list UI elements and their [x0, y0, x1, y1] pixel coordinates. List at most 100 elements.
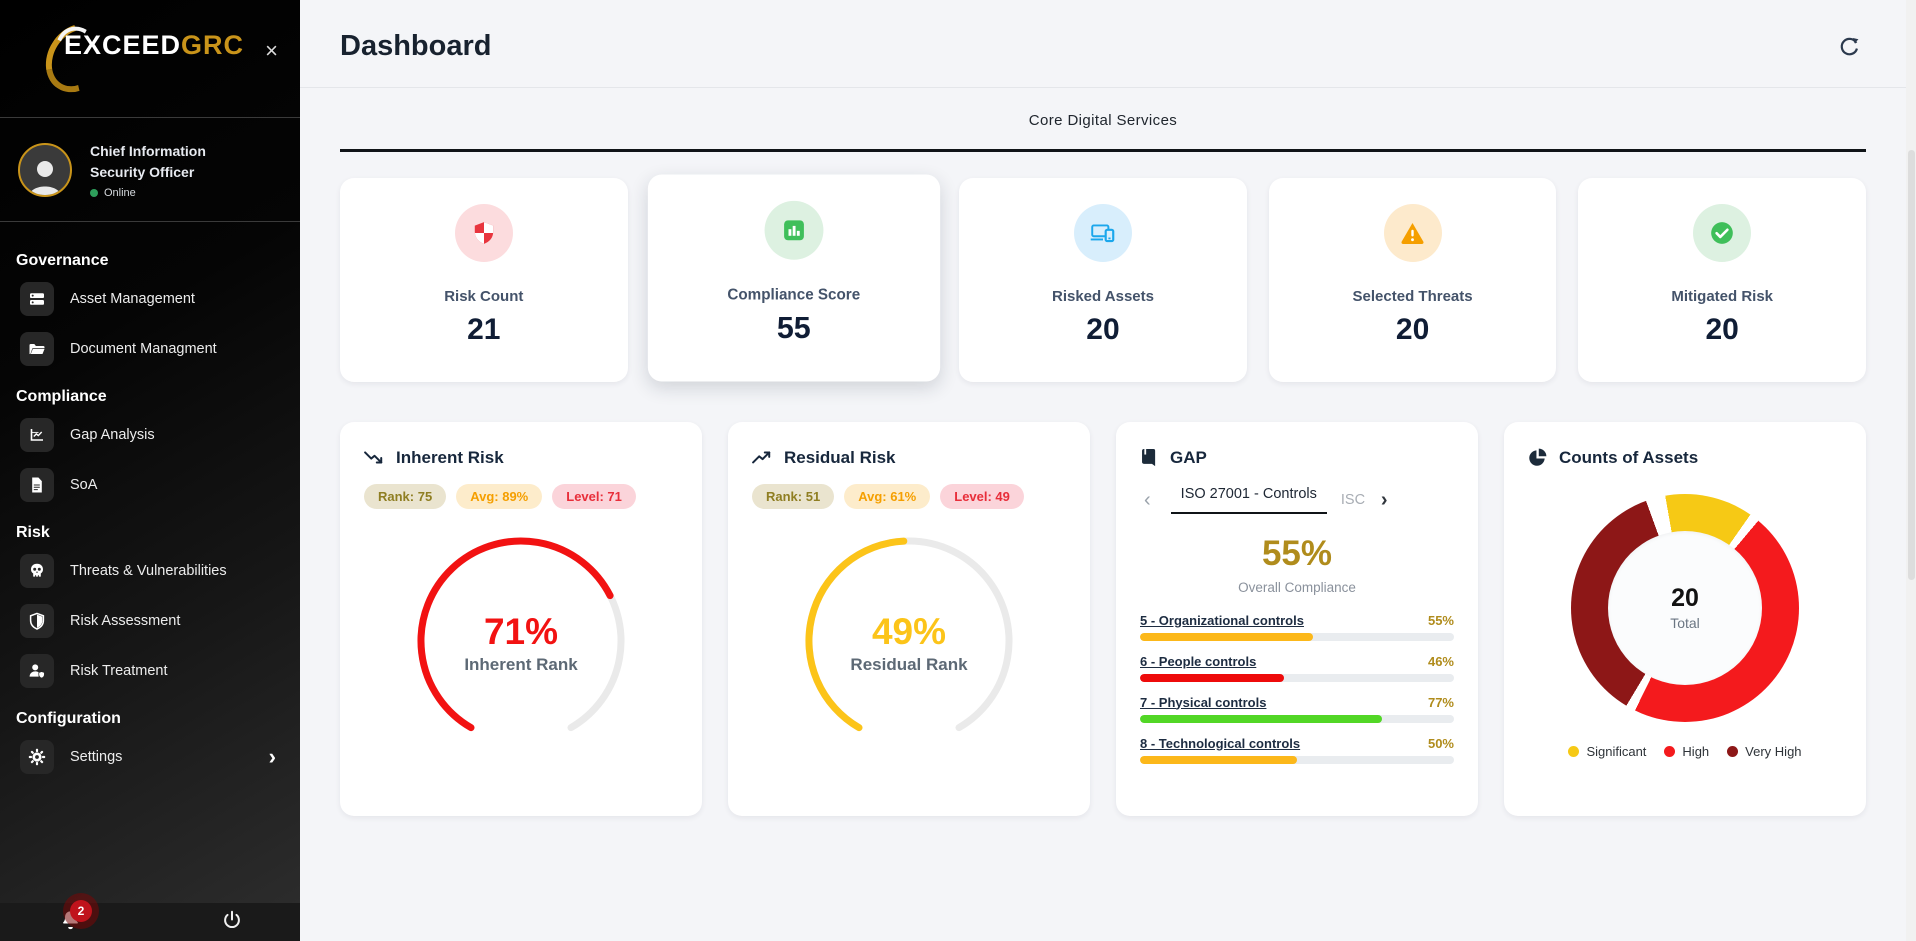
level-badge: Level: 71 [552, 484, 636, 509]
stat-label: Mitigated Risk [1671, 288, 1773, 305]
main-content: Dashboard Core Digital Services Risk Cou… [300, 0, 1916, 941]
tab-core-digital-services[interactable]: Core Digital Services [340, 112, 1866, 149]
shield-icon [20, 604, 54, 638]
sidebar-item-label: Risk Treatment [70, 663, 168, 679]
control-label: 8 - Technological controls [1140, 736, 1300, 751]
donut-total-label: Total [1670, 615, 1700, 631]
sidebar-item-label: Document Managment [70, 341, 217, 357]
widgets-row: Inherent Risk Rank: 75 Avg: 89% Level: 7… [300, 422, 1916, 816]
rank-badge: Rank: 75 [364, 484, 446, 509]
control-percent: 77% [1428, 695, 1454, 710]
gap-control-bars: 5 - Organizational controls 55% 6 - Peop… [1140, 613, 1454, 764]
page-header: Dashboard [300, 0, 1916, 88]
progress-fill [1140, 756, 1297, 764]
stat-label: Risked Assets [1052, 288, 1154, 305]
shield-icon [455, 204, 513, 262]
level-badge: Level: 49 [940, 484, 1024, 509]
stat-card-risk-count: Risk Count 21 [340, 178, 628, 382]
stat-card-selected-threats: Selected Threats 20 [1269, 178, 1557, 382]
gauge-sublabel: Inherent Rank [390, 655, 652, 675]
gap-tab-iso27001[interactable]: ISO 27001 - Controls [1171, 486, 1327, 514]
power-button[interactable] [222, 910, 242, 935]
assets-donut-chart: 20 Total [1571, 494, 1799, 722]
profile-name: Chief Information Security Officer [90, 141, 260, 183]
close-sidebar-icon[interactable]: × [265, 40, 278, 62]
devices-icon [1074, 204, 1132, 262]
stat-card-risked-assets: Risked Assets 20 [959, 178, 1247, 382]
sidebar-item-risk-assessment[interactable]: Risk Assessment [16, 598, 280, 644]
sidebar-item-document-management[interactable]: Document Managment [16, 326, 280, 372]
progress-track [1140, 715, 1454, 723]
stat-label: Risk Count [444, 288, 523, 305]
notifications-button[interactable]: 2 [60, 909, 81, 936]
gap-framework-tabs: ‹ ISO 27001 - Controls ISC › [1140, 486, 1454, 514]
legend-label: Significant [1586, 744, 1646, 759]
progress-fill [1140, 715, 1382, 723]
gauge-sublabel: Residual Rank [778, 655, 1040, 675]
control-bar-row: 7 - Physical controls 77% [1140, 695, 1454, 723]
legend-item-significant: Significant [1568, 744, 1646, 759]
legend-dot [1664, 746, 1675, 757]
sidebar-item-settings[interactable]: Settings › [16, 734, 280, 780]
sidebar-item-gap-analysis[interactable]: Gap Analysis [16, 412, 280, 458]
control-label: 5 - Organizational controls [1140, 613, 1304, 628]
avg-badge: Avg: 61% [844, 484, 930, 509]
control-bar-row: 8 - Technological controls 50% [1140, 736, 1454, 764]
chevron-right-icon[interactable]: › [1377, 490, 1392, 510]
donut-legend: Significant High Very High [1528, 744, 1842, 759]
widget-title: GAP [1170, 448, 1207, 468]
gear-icon [20, 740, 54, 774]
control-bar-row: 5 - Organizational controls 55% [1140, 613, 1454, 641]
legend-label: High [1682, 744, 1709, 759]
server-icon [20, 282, 54, 316]
legend-dot [1568, 746, 1579, 757]
inherent-gauge: 71% Inherent Rank [390, 523, 652, 756]
legend-item-high: High [1664, 744, 1709, 759]
sidebar-item-soa[interactable]: SoA [16, 462, 280, 508]
bar-chart-icon [764, 200, 823, 259]
control-label: 7 - Physical controls [1140, 695, 1266, 710]
folder-icon [20, 332, 54, 366]
progress-fill [1140, 674, 1284, 682]
gap-tab-next-partial[interactable]: ISC [1341, 492, 1375, 508]
section-configuration: Configuration [16, 710, 280, 728]
trending-up-icon [752, 449, 772, 467]
control-percent: 55% [1428, 613, 1454, 628]
warning-icon [1384, 204, 1442, 262]
control-percent: 50% [1428, 736, 1454, 751]
page-title: Dashboard [340, 30, 491, 63]
gap-card: GAP ‹ ISO 27001 - Controls ISC › 55% Ove… [1116, 422, 1478, 816]
donut-total-value: 20 [1671, 584, 1699, 613]
chevron-right-icon[interactable]: › [269, 746, 276, 768]
skull-icon [20, 554, 54, 588]
scrollbar-thumb[interactable] [1908, 150, 1915, 580]
progress-track [1140, 633, 1454, 641]
counts-of-assets-card: Counts of Assets 20 Total Significant Hi… [1504, 422, 1866, 816]
sidebar-item-label: Risk Assessment [70, 613, 180, 629]
scrollbar[interactable] [1906, 0, 1916, 941]
sidebar-item-label: Threats & Vulnerabilities [70, 563, 227, 579]
stat-card-mitigated-risk: Mitigated Risk 20 [1578, 178, 1866, 382]
logo-primary: EXCEED [64, 30, 181, 60]
sidebar-item-label: SoA [70, 477, 97, 493]
avg-badge: Avg: 89% [456, 484, 542, 509]
progress-track [1140, 674, 1454, 682]
sidebar-item-threats-vulnerabilities[interactable]: Threats & Vulnerabilities [16, 548, 280, 594]
sidebar-item-label: Asset Management [70, 291, 195, 307]
stat-value: 20 [1086, 313, 1119, 347]
stat-label: Selected Threats [1353, 288, 1473, 305]
logo-text: EXCEEDGRC [64, 30, 244, 61]
online-status-icon [90, 189, 98, 197]
profile-section: Chief Information Security Officer Onlin… [0, 118, 300, 222]
chevron-left-icon[interactable]: ‹ [1140, 490, 1155, 510]
notification-badge: 2 [70, 900, 92, 922]
refresh-icon [1838, 36, 1860, 58]
sidebar-item-asset-management[interactable]: Asset Management [16, 276, 280, 322]
section-risk: Risk [16, 524, 280, 542]
sidebar-item-risk-treatment[interactable]: Risk Treatment [16, 648, 280, 694]
widget-title: Inherent Risk [396, 448, 504, 468]
refresh-button[interactable] [1838, 36, 1860, 58]
widget-title: Residual Risk [784, 448, 896, 468]
stat-value: 55 [776, 311, 810, 346]
overall-compliance-label: Overall Compliance [1140, 580, 1454, 595]
